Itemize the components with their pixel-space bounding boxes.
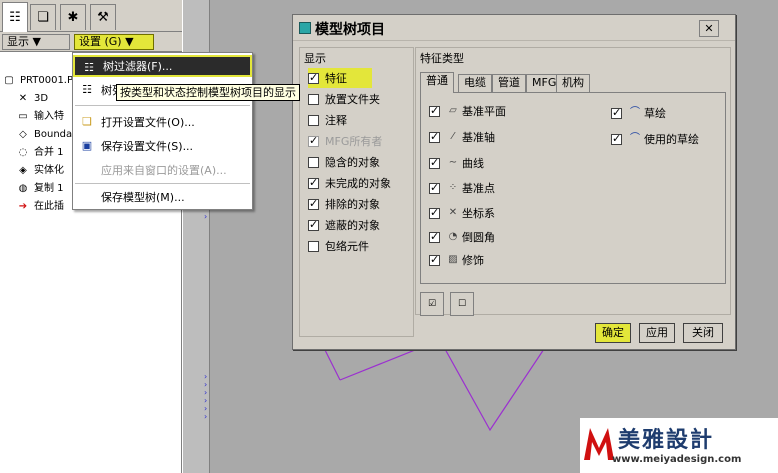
menu-separator: [75, 183, 250, 184]
show-pane: 显示 特征 放置文件夹 注释 MFG所有者 隐含的对象 未完成的对象 排除的对象…: [299, 47, 414, 337]
folder-tab[interactable]: ❏: [30, 4, 56, 30]
tab-general[interactable]: 普通: [420, 72, 454, 93]
checkbox-coordinate-system[interactable]: ✕坐标系: [429, 203, 495, 223]
ok-button[interactable]: 确定: [595, 323, 631, 343]
tab-mechanism[interactable]: 机构: [556, 74, 590, 92]
menu-item-save-settings[interactable]: ▣ 保存设置文件(S)...: [73, 135, 252, 157]
show-label: 显示: [304, 52, 326, 65]
datum-plane-icon: ▱: [449, 105, 457, 116]
tree-item[interactable]: ◇ Boundar: [16, 126, 76, 144]
sash-marker-icon: ›: [204, 412, 208, 421]
solidify-icon: ◈: [19, 165, 27, 176]
favorites-tab[interactable]: ✱: [60, 4, 86, 30]
tree-columns-icon: ☷: [82, 83, 92, 96]
feature-types-pane: 特征类型 普通 电缆 管道 MFG 机构 ▱基准平面 ⁄基准轴 ∼曲线 ⁘基准点…: [415, 47, 731, 316]
checkbox-datum-axis[interactable]: ⁄基准轴: [429, 127, 495, 147]
dialog-titlebar[interactable]: 模型树项目 ✕: [293, 15, 735, 41]
model-tree-tab[interactable]: ☷: [2, 2, 28, 32]
tree-item[interactable]: ◌ 合并 1: [16, 144, 64, 162]
menu-item-tree-filter[interactable]: ☷ 树过滤器(F)...: [73, 55, 252, 77]
checkbox-features[interactable]: 特征: [308, 68, 372, 88]
menu-item-save-model-tree[interactable]: 保存模型树(M)...: [73, 186, 252, 208]
menu-item-apply-from-window: 应用来自窗口的设置(A)...: [101, 164, 227, 177]
boundary-blend-icon: ◇: [19, 129, 27, 140]
checkbox-cosmetic[interactable]: ▨修饰: [429, 250, 484, 270]
insert-here-icon: ➔: [18, 201, 28, 212]
dialog-title: 模型树项目: [315, 22, 385, 38]
folder-icon: ❏: [37, 10, 49, 25]
model-tree-icon: ☷: [9, 10, 21, 25]
tab-piping[interactable]: 管道: [492, 74, 526, 92]
datum-point-icon: ⁘: [448, 182, 458, 193]
settings-menu: ☷ 树过滤器(F)... ☷ 树列 ❏ 打开设置文件(O)... ▣ 保存设置文件(S)…: [72, 52, 253, 210]
checkbox-datum-point[interactable]: ⁘基准点: [429, 178, 495, 198]
checkbox-excluded[interactable]: 排除的对象: [308, 194, 380, 214]
3d-note-icon: ✕: [18, 93, 28, 104]
close-button[interactable]: 关闭: [683, 323, 723, 343]
clear-all-icon: ☐: [457, 299, 467, 309]
checkbox-blanked[interactable]: 遮蔽的对象: [308, 215, 380, 235]
copy-icon: ◍: [18, 183, 28, 194]
tree-item[interactable]: ▢ PRT0001.PR: [2, 72, 80, 90]
close-icon[interactable]: ✕: [699, 20, 719, 37]
favorites-icon: ✱: [67, 10, 79, 25]
feature-types-label: 特征类型: [420, 52, 464, 65]
tree-item[interactable]: ▭ 输入特: [16, 108, 64, 126]
checkbox-envelope[interactable]: 包络元件: [308, 236, 369, 256]
checkbox-annotations[interactable]: 注释: [308, 110, 347, 130]
tools-icon: ⚒: [97, 10, 109, 25]
part-icon: ▢: [4, 75, 14, 86]
tab-content: ▱基准平面 ⁄基准轴 ∼曲线 ⁘基准点 ✕坐标系 ◔倒圆角 ▨修饰 ⌒草绘 ⌒使…: [420, 92, 726, 284]
checkbox-round[interactable]: ◔倒圆角: [429, 227, 495, 247]
tree-item[interactable]: ◈ 实体化: [16, 162, 64, 180]
tree-item[interactable]: ✕ 3D: [16, 90, 48, 108]
datum-axis-icon: ⁄: [452, 131, 454, 142]
checkbox-sketch[interactable]: ⌒草绘: [611, 103, 666, 123]
select-all-button[interactable]: ☑: [420, 292, 444, 316]
tree-item[interactable]: ➔ 在此插: [16, 198, 64, 216]
watermark-url: www.meiyadesign.com: [612, 454, 742, 465]
curve-icon: ∼: [448, 157, 458, 168]
checkbox-place-folders[interactable]: 放置文件夹: [308, 89, 380, 109]
tree-item[interactable]: ◍ 复制 1: [16, 180, 64, 198]
menu-separator: [75, 105, 250, 106]
show-dropdown[interactable]: 显示 ▼: [2, 34, 70, 50]
menu-item-open-settings[interactable]: ❏ 打开设置文件(O)...: [73, 111, 252, 133]
settings-dropdown[interactable]: 设置 (G) ▼: [74, 34, 154, 50]
save-icon: ▣: [81, 139, 93, 152]
merge-icon: ◌: [18, 147, 28, 158]
import-feature-icon: ▭: [18, 111, 28, 122]
watermark-logo: 美雅設計 www.meiyadesign.com: [580, 418, 778, 473]
sketch-icon: ⌒: [630, 107, 640, 118]
checkbox-curve[interactable]: ∼曲线: [429, 153, 484, 173]
open-folder-icon: ❏: [82, 115, 92, 128]
feature-type-tabs: 普通 电缆 管道 MFG 机构: [420, 72, 726, 93]
checkbox-used-sketch[interactable]: ⌒使用的草绘: [611, 129, 699, 149]
checkbox-mfg-owner: MFG所有者: [308, 131, 382, 151]
cosmetic-icon: ▨: [448, 254, 458, 265]
checkbox-incomplete[interactable]: 未完成的对象: [308, 173, 391, 193]
tools-tab[interactable]: ⚒: [90, 4, 116, 30]
select-all-icon: ☑: [427, 299, 437, 309]
watermark-text: 美雅設計: [618, 428, 715, 453]
clear-all-button[interactable]: ☐: [450, 292, 474, 316]
coordinate-system-icon: ✕: [448, 207, 458, 218]
navigator-tabs: ☷ ❏ ✱ ⚒: [0, 0, 182, 32]
tree-filter-icon: ☷: [84, 61, 94, 74]
tab-cabling[interactable]: 电缆: [458, 74, 492, 92]
checkbox-datum-plane[interactable]: ▱基准平面: [429, 101, 506, 121]
watermark-m-icon: [584, 428, 614, 460]
tree-toolbar: 显示 ▼ 设置 (G) ▼: [0, 32, 182, 52]
model-tree-items-dialog: 模型树项目 ✕ 显示 特征 放置文件夹 注释 MFG所有者 隐含的对象 未完成的…: [292, 14, 736, 350]
apply-button[interactable]: 应用: [639, 323, 675, 343]
round-icon: ◔: [448, 231, 458, 242]
sash-marker-icon: ›: [204, 212, 208, 221]
dialog-app-icon: [299, 22, 311, 34]
used-sketch-icon: ⌒: [630, 133, 640, 144]
checkbox-suppressed[interactable]: 隐含的对象: [308, 152, 380, 172]
tooltip: 按类型和状态控制模型树项目的显示: [116, 84, 300, 101]
